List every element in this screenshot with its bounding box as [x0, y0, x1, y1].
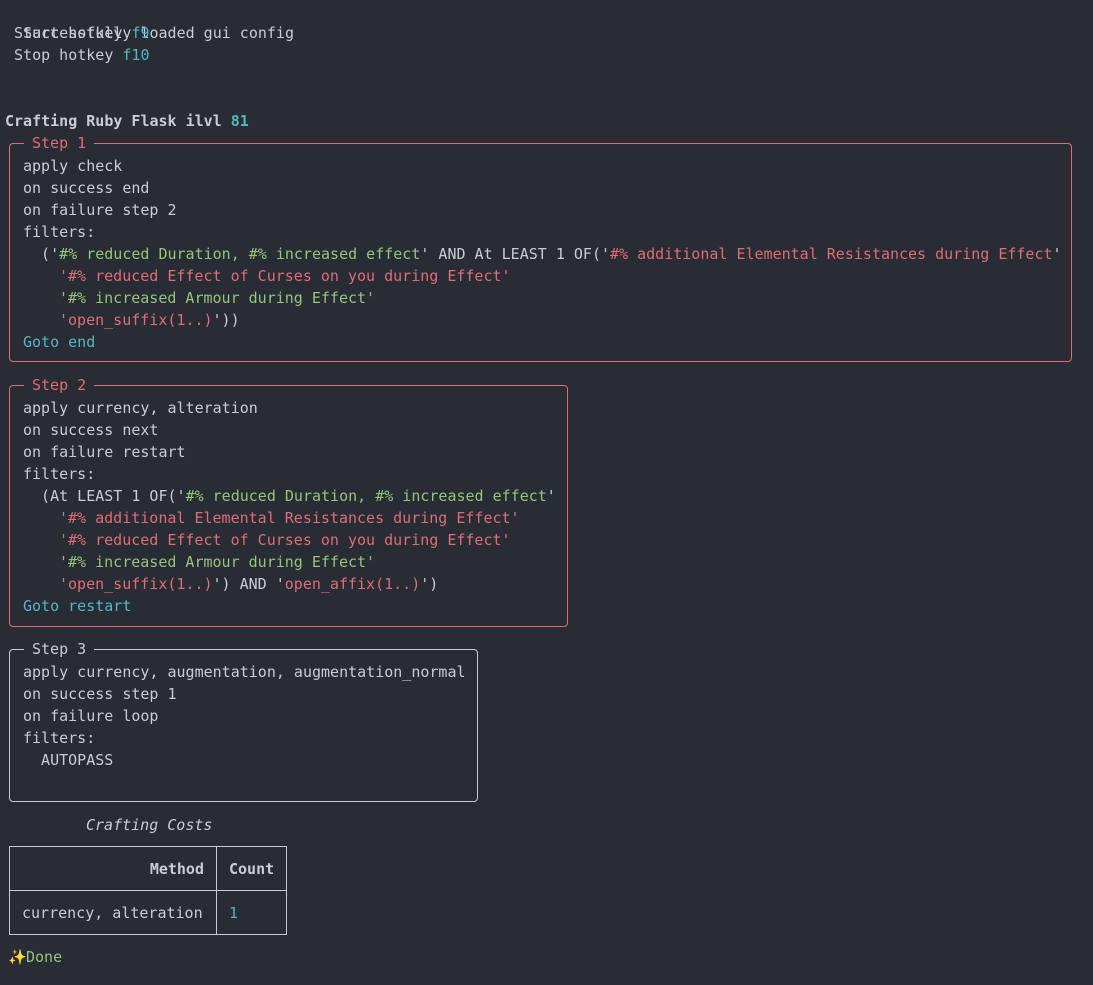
costs-caption: Crafting Costs — [86, 816, 213, 834]
step-2-filter-line-2: '#% additional Elemental Resistances dur… — [59, 509, 520, 527]
done-line: ✨Done — [8, 946, 62, 968]
step-2-title: Step 2 — [24, 374, 95, 396]
filter-text: ' AND At LEAST 1 OF(' — [420, 245, 611, 263]
filter-mod: open_suffix(1..) — [68, 311, 213, 329]
done-label: Done — [26, 948, 63, 966]
filter-mod: #% reduced Duration, #% increased effect — [59, 245, 421, 263]
filter-text: ')) — [212, 311, 240, 329]
table-row: currency, alteration 1 — [9, 890, 288, 935]
step-1-failure: on failure step 2 — [23, 201, 177, 219]
filter-text: ' — [546, 487, 556, 505]
step-3-apply: apply currency, augmentation, augmentati… — [23, 663, 466, 681]
filter-mod: open_affix(1..) — [284, 575, 421, 593]
step-2-filters-label: filters: — [23, 465, 96, 483]
stop-hotkey-line: Stop hotkey f10 — [5, 44, 150, 66]
stop-hotkey-key: f10 — [122, 46, 150, 64]
step-2-filter-line-3: '#% reduced Effect of Curses on you duri… — [59, 531, 511, 549]
step-2-failure: on failure restart — [23, 443, 186, 461]
step-1-filter-line-4: 'open_suffix(1..)')) — [59, 311, 240, 329]
step-3-panel: Step 3 apply currency, augmentation, aug… — [9, 638, 478, 802]
step-2-filter-line-1: (At LEAST 1 OF('#% reduced Duration, #% … — [23, 485, 556, 507]
costs-cell-method: currency, alteration — [9, 890, 217, 935]
start-hotkey-key: f9 — [131, 24, 150, 42]
filter-text: (At LEAST 1 OF(' — [23, 487, 186, 505]
step-3-title: Step 3 — [24, 638, 95, 660]
step-1-panel: Step 1 apply check on success end on fai… — [9, 132, 1072, 362]
filter-text: ') AND ' — [212, 575, 285, 593]
step-1-filters-label: filters: — [23, 223, 96, 241]
filter-text: ' — [1052, 245, 1062, 263]
crafting-title: Crafting Ruby Flask ilvl 81 — [5, 110, 249, 132]
stop-hotkey-label: Stop hotkey — [5, 46, 123, 64]
costs-cell-count: 1 — [215, 890, 288, 935]
costs-header-count: Count — [215, 846, 288, 891]
crafting-title-text: Crafting Ruby Flask ilvl — [5, 112, 231, 130]
step-2-apply: apply currency, alteration — [23, 399, 258, 417]
step-2-panel: Step 2 apply currency, alteration on suc… — [9, 374, 568, 627]
filter-mod: #% additional Elemental Resistances duri… — [68, 509, 511, 527]
step-2-filter-line-5: 'open_suffix(1..)') AND 'open_affix(1..)… — [59, 575, 439, 593]
step-1-filter-line-2: '#% reduced Effect of Curses on you duri… — [59, 267, 511, 285]
start-hotkey-line: Start hotkey f9 — [5, 22, 150, 44]
costs-header-row: Method Count — [9, 846, 288, 891]
step-1-filter-line-1: ('#% reduced Duration, #% increased effe… — [23, 243, 1062, 265]
step-1-filter-line-3: '#% increased Armour during Effect' — [59, 289, 376, 307]
filter-text: (' — [23, 245, 60, 263]
costs-table: Method Count currency, alteration 1 — [9, 846, 288, 935]
loaded-message: Successfully loaded gui config — [5, 0, 294, 42]
filter-mod: #% additional Elemental Resistances duri… — [610, 245, 1053, 263]
step-2-goto: Goto restart — [23, 597, 132, 615]
crafting-ilvl: 81 — [230, 112, 249, 130]
filter-mod: #% reduced Effect of Curses on you durin… — [68, 531, 502, 549]
step-3-filters-label: filters: — [23, 729, 96, 747]
filter-mod: #% increased Armour during Effect — [68, 289, 367, 307]
step-1-goto: Goto end — [23, 333, 96, 351]
step-1-apply: apply check — [23, 157, 123, 175]
filter-mod: #% reduced Duration, #% increased effect — [185, 487, 547, 505]
step-3-filter-line-1: AUTOPASS — [23, 751, 114, 769]
sparkles-icon: ✨ — [8, 948, 27, 966]
step-3-success: on success step 1 — [23, 685, 177, 703]
filter-text: ') — [420, 575, 439, 593]
step-2-success: on success next — [23, 421, 159, 439]
start-hotkey-label: Start hotkey — [5, 24, 132, 42]
step-1-title: Step 1 — [24, 132, 95, 154]
costs-header-method: Method — [9, 846, 217, 891]
filter-mod: open_suffix(1..) — [68, 575, 213, 593]
step-3-failure: on failure loop — [23, 707, 159, 725]
step-1-success: on success end — [23, 179, 150, 197]
filter-mod: #% reduced Effect of Curses on you durin… — [68, 267, 502, 285]
filter-mod: #% increased Armour during Effect — [68, 553, 367, 571]
step-2-filter-line-4: '#% increased Armour during Effect' — [59, 553, 376, 571]
